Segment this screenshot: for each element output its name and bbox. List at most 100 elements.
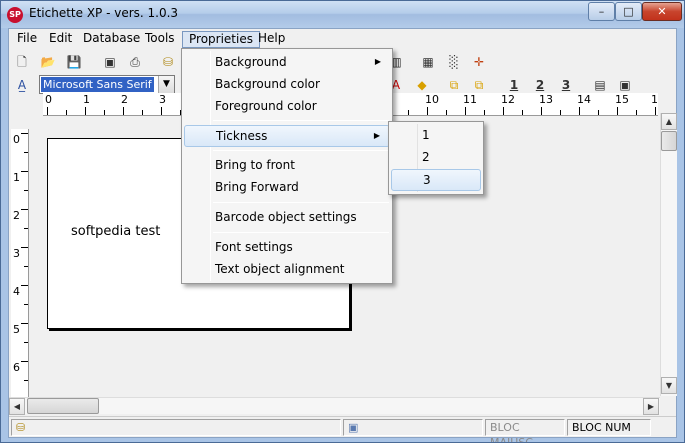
menu-item-background[interactable]: Background ▶ xyxy=(184,52,390,74)
ruler-label: 11 xyxy=(463,93,477,106)
font-name-select[interactable]: Microsoft Sans Serif ▼ xyxy=(39,75,175,94)
font-style-icon[interactable]: A̲ xyxy=(13,76,31,94)
ruler-tick xyxy=(21,133,28,134)
menu-tools[interactable]: Tools xyxy=(139,31,181,48)
ruler-tick xyxy=(24,228,28,229)
tickness-option-1[interactable]: 1 xyxy=(391,125,481,147)
status-panel-info: ▣ xyxy=(343,419,483,436)
menu-item-label: Font settings xyxy=(215,240,293,254)
horizontal-scroll-thumb[interactable] xyxy=(27,398,99,414)
minimize-button[interactable]: – xyxy=(588,2,615,21)
database-icon[interactable]: ⛁ xyxy=(159,53,177,71)
menu-item-label: Barcode object settings xyxy=(215,210,357,224)
chevron-down-icon[interactable]: ▼ xyxy=(158,76,174,93)
grid-icon[interactable]: ░ xyxy=(445,53,463,71)
maximize-button[interactable]: □ xyxy=(615,2,642,21)
open-folder-icon[interactable]: 📂 xyxy=(39,53,57,71)
ruler-label: 15 xyxy=(615,93,629,106)
tickness-option-2[interactable]: 2 xyxy=(391,147,481,169)
menu-item-tickness[interactable]: Tickness ▶ xyxy=(184,125,390,147)
tickness-option-3[interactable]: 3 xyxy=(391,169,481,191)
menu-item-bring-to-front[interactable]: Bring to front xyxy=(184,155,390,177)
ruler-tick xyxy=(408,110,409,115)
menu-item-label: Background color xyxy=(215,77,320,91)
vertical-scrollbar[interactable]: ▲ ▼ xyxy=(660,113,677,396)
database-status-icon: ⛁ xyxy=(16,421,26,434)
ruler-label: 13 xyxy=(539,93,553,106)
num-lock-indicator: BLOC NUM xyxy=(567,419,651,436)
line-width-1-button[interactable]: 1 xyxy=(505,76,523,94)
menu-separator xyxy=(213,150,389,151)
ruler-tick xyxy=(598,110,599,115)
menu-item-bring-forward[interactable]: Bring Forward xyxy=(184,177,390,199)
ruler-tick xyxy=(24,342,28,343)
menu-item-text-alignment[interactable]: Text object alignment xyxy=(184,259,390,281)
scroll-down-icon[interactable]: ▼ xyxy=(661,377,677,394)
horizontal-scrollbar[interactable]: ◀ ▶ xyxy=(9,397,660,415)
menu-item-label: Bring Forward xyxy=(215,180,299,194)
scroll-up-icon[interactable]: ▲ xyxy=(661,113,677,130)
ruler-tick xyxy=(24,266,28,267)
title-bar[interactable]: SP Etichette XP - vers. 1.0.3 – □ ✕ xyxy=(1,1,684,28)
menu-proprieties[interactable]: Proprieties xyxy=(182,31,260,48)
ruler-label: 1 xyxy=(13,171,20,184)
pattern-icon[interactable]: ▦ xyxy=(419,53,437,71)
send-to-back-icon[interactable]: ⧉ xyxy=(470,76,488,94)
ruler-tick xyxy=(21,247,28,248)
print-icon[interactable]: ⎙ xyxy=(126,53,144,71)
page-setup-icon[interactable]: ▣ xyxy=(101,53,119,71)
vertical-scroll-thumb[interactable] xyxy=(661,131,677,151)
ruler-tick xyxy=(579,107,580,115)
ruler-tick xyxy=(104,110,105,115)
menu-file[interactable]: File xyxy=(11,31,43,48)
ruler-tick xyxy=(85,107,86,115)
ruler-tick xyxy=(21,171,28,172)
ruler-label: 1 xyxy=(83,93,90,106)
ruler-label: 0 xyxy=(45,93,52,106)
ruler-label: 14 xyxy=(577,93,591,106)
font-name-value: Microsoft Sans Serif xyxy=(41,77,154,92)
ruler-label: 12 xyxy=(501,93,515,106)
submenu-arrow-icon: ▶ xyxy=(374,57,381,66)
ruler-tick xyxy=(66,110,67,115)
menu-item-foreground-color[interactable]: Foreground color xyxy=(184,96,390,118)
scroll-left-icon[interactable]: ◀ xyxy=(9,398,25,415)
status-panel-main: ⛁ xyxy=(11,419,341,436)
menu-separator xyxy=(213,120,389,121)
frame-icon[interactable]: ▣ xyxy=(616,76,634,94)
menu-edit[interactable]: Edit xyxy=(43,31,78,48)
ruler-tick xyxy=(503,107,504,115)
ruler-tick xyxy=(161,107,162,115)
line-width-3-button[interactable]: 3 xyxy=(557,76,575,94)
ruler-tick xyxy=(446,110,447,115)
text-box-icon[interactable]: ▤ xyxy=(591,76,609,94)
menu-item-background-color[interactable]: Background color xyxy=(184,74,390,96)
caps-lock-indicator: BLOC MAIUSC xyxy=(485,419,565,442)
ruler-tick xyxy=(522,110,523,115)
close-button[interactable]: ✕ xyxy=(642,2,682,21)
proprieties-menu: Background ▶ Background color Foreground… xyxy=(181,48,393,284)
line-width-2-button[interactable]: 2 xyxy=(531,76,549,94)
menu-database[interactable]: Database xyxy=(77,31,146,48)
menu-item-barcode-settings[interactable]: Barcode object settings xyxy=(184,207,390,229)
fill-color-icon[interactable]: ◆ xyxy=(413,76,431,94)
menu-help[interactable]: Help xyxy=(252,31,291,48)
menu-item-font-settings[interactable]: Font settings xyxy=(184,237,390,259)
menu-item-label: Background xyxy=(215,55,287,69)
save-icon[interactable]: 💾 xyxy=(65,53,83,71)
menu-separator xyxy=(213,232,389,233)
scroll-right-icon[interactable]: ▶ xyxy=(643,398,659,415)
window-title: Etichette XP - vers. 1.0.3 xyxy=(29,6,179,20)
label-text-object[interactable]: softpedia test xyxy=(71,224,160,239)
crosshair-icon[interactable]: ✛ xyxy=(470,53,488,71)
ruler-label: 5 xyxy=(13,323,20,336)
ruler-label: 3 xyxy=(13,247,20,260)
new-file-icon[interactable]: 🗋 xyxy=(13,53,31,71)
ruler-label: 16 xyxy=(651,93,658,106)
document-status-icon: ▣ xyxy=(348,421,359,434)
ruler-tick xyxy=(21,209,28,210)
ruler-tick xyxy=(24,380,28,381)
bring-to-front-icon[interactable]: ⧉ xyxy=(445,76,463,94)
status-bar: ⛁ ▣ BLOC MAIUSC BLOC NUM xyxy=(9,416,676,442)
ruler-label: 6 xyxy=(13,361,20,374)
